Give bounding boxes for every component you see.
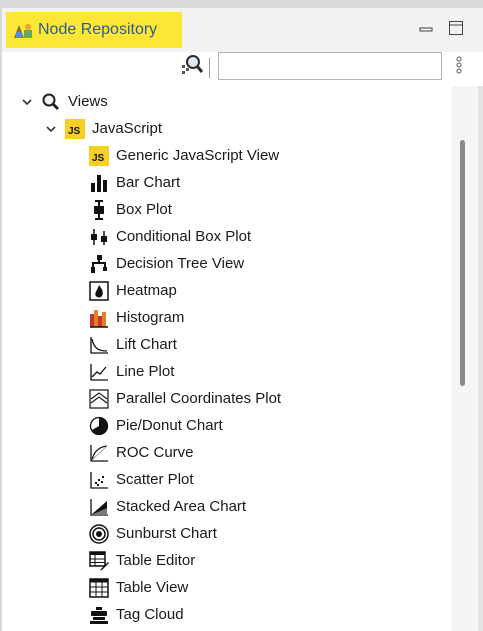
- tree-item-generic-javascript-view[interactable]: JS Generic JavaScript View: [88, 142, 279, 169]
- maximize-button[interactable]: [446, 20, 466, 40]
- js-icon: JS: [88, 145, 110, 167]
- chevron-down-icon[interactable]: [44, 122, 58, 136]
- tree-item-label: Table Editor: [116, 552, 196, 569]
- tree-item-table-view[interactable]: Table View: [88, 574, 188, 601]
- tree-item-label: JavaScript: [92, 120, 163, 137]
- decision-tree-icon: [88, 253, 110, 275]
- js-icon: JS: [64, 118, 86, 140]
- magnifier-search-icon: [180, 54, 204, 80]
- tree-item-pie-donut-chart[interactable]: Pie/Donut Chart: [88, 412, 223, 439]
- tree-item-label: Line Plot: [116, 363, 175, 380]
- tree-item-views[interactable]: Views: [20, 88, 108, 115]
- tree-item-label: Histogram: [116, 309, 185, 326]
- tree-item-label: Parallel Coordinates Plot: [116, 390, 282, 407]
- tree-item-bar-chart[interactable]: Bar Chart: [88, 169, 180, 196]
- stacked-area-icon: [88, 496, 110, 518]
- tree-item-conditional-box-plot[interactable]: Conditional Box Plot: [88, 223, 251, 250]
- tree-item-lift-chart[interactable]: Lift Chart: [88, 331, 177, 358]
- tree-item-label: Conditional Box Plot: [116, 228, 252, 245]
- tree-item-label: Tag Cloud: [116, 606, 184, 623]
- line-plot-icon: [88, 361, 110, 383]
- tree-item-label: Generic JavaScript View: [116, 147, 280, 164]
- tree-item-stacked-area-chart[interactable]: Stacked Area Chart: [88, 493, 246, 520]
- tree-item-parallel-coordinates-plot[interactable]: Parallel Coordinates Plot: [88, 385, 281, 412]
- tree-item-box-plot[interactable]: Box Plot: [88, 196, 172, 223]
- tree-item-roc-curve[interactable]: ROC Curve: [88, 439, 194, 466]
- table-editor-icon: [88, 550, 110, 572]
- minimize-icon: [419, 22, 433, 39]
- conditional-box-plot-icon: [88, 226, 110, 248]
- sunburst-icon: [88, 523, 110, 545]
- lift-chart-icon: [88, 334, 110, 356]
- scatter-plot-icon: [88, 469, 110, 491]
- bar-chart-icon: [88, 172, 110, 194]
- roc-curve-icon: [88, 442, 110, 464]
- panel-right-edge: [478, 86, 483, 631]
- window-top-border: [0, 0, 483, 8]
- box-plot-icon: [88, 199, 110, 221]
- maximize-icon: [448, 20, 464, 40]
- tree-item-histogram[interactable]: Histogram: [88, 304, 184, 331]
- search-input[interactable]: [218, 52, 442, 80]
- tree-item-sunburst-chart[interactable]: Sunburst Chart: [88, 520, 217, 547]
- search-separator: [209, 58, 210, 78]
- more-options-button[interactable]: [452, 54, 466, 80]
- search-options-button[interactable]: [178, 54, 206, 80]
- panel-header: Node Repository: [2, 8, 483, 52]
- tree-item-label: Decision Tree View: [116, 255, 245, 272]
- parallel-coordinates-icon: [88, 388, 110, 410]
- tree-item-javascript[interactable]: JS JavaScript: [44, 115, 162, 142]
- tree-item-label: Lift Chart: [116, 336, 177, 353]
- heatmap-icon: [88, 280, 110, 302]
- scrollbar-thumb[interactable]: [460, 140, 465, 386]
- tree-item-heatmap[interactable]: Heatmap: [88, 277, 177, 304]
- svg-text:JS: JS: [68, 126, 81, 137]
- minimize-button[interactable]: [416, 20, 436, 40]
- node-tree: Views JS JavaScript JS Generic JavaScrip…: [2, 86, 460, 631]
- node-repository-tab[interactable]: Node Repository: [6, 12, 182, 48]
- search-bar: [2, 52, 483, 86]
- tree-item-label: Bar Chart: [116, 174, 181, 191]
- tree-item-label: Table View: [116, 579, 189, 596]
- magnifier-icon: [40, 91, 62, 113]
- tree-item-label: ROC Curve: [116, 444, 194, 461]
- tree-item-table-editor[interactable]: Table Editor: [88, 547, 195, 574]
- chevron-down-icon[interactable]: [20, 95, 34, 109]
- tree-item-label: Pie/Donut Chart: [116, 417, 223, 434]
- tree-item-label: Sunburst Chart: [116, 525, 217, 542]
- tree-item-decision-tree-view[interactable]: Decision Tree View: [88, 250, 244, 277]
- tree-item-label: Views: [68, 93, 108, 110]
- table-view-icon: [88, 577, 110, 599]
- tree-item-scatter-plot[interactable]: Scatter Plot: [88, 466, 194, 493]
- panel-title: Node Repository: [38, 21, 158, 38]
- tree-item-label: Stacked Area Chart: [116, 498, 247, 515]
- svg-text:JS: JS: [92, 153, 105, 164]
- histogram-icon: [88, 307, 110, 329]
- tree-item-line-plot[interactable]: Line Plot: [88, 358, 174, 385]
- node-repository-icon: [12, 19, 34, 41]
- tree-item-label: Box Plot: [116, 201, 172, 218]
- vertical-dots-icon: [455, 55, 463, 79]
- tree-item-label: Heatmap: [116, 282, 177, 299]
- tag-cloud-icon: [88, 604, 110, 626]
- pie-chart-icon: [88, 415, 110, 437]
- tree-item-label: Scatter Plot: [116, 471, 194, 488]
- tree-item-tag-cloud[interactable]: Tag Cloud: [88, 601, 184, 628]
